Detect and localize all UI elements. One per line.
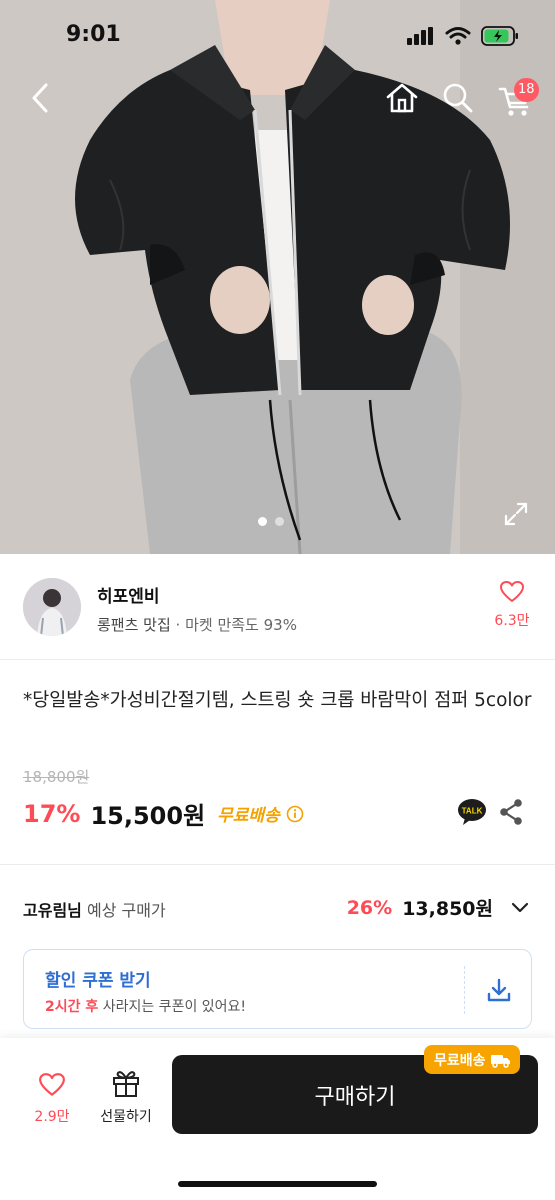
expected-price-label: 고유림님 예상 구매가 (23, 897, 166, 921)
price-row: 17% 15,500원 무료배송 (23, 796, 304, 831)
status-icons (407, 26, 519, 46)
like-button[interactable]: 2.9만 (26, 1072, 78, 1126)
expand-icon (504, 502, 528, 526)
gift-button[interactable]: 선물하기 (94, 1068, 158, 1126)
gallery-indicator (258, 517, 284, 526)
gallery-dot[interactable] (258, 517, 267, 526)
product-title: *당일발송*가성비간절기템, 스트링 숏 크롭 바람막이 점퍼 5color (23, 690, 532, 711)
back-button[interactable] (22, 80, 58, 116)
free-shipping-tag-label: 무료배송 (434, 1052, 486, 1069)
expected-price-value: 26% 13,850원 (347, 894, 529, 921)
heart-icon (39, 1073, 65, 1096)
status-bar: 9:01 (0, 0, 555, 70)
sale-price: 15,500원 (90, 802, 206, 830)
cart-count-badge: 18 (514, 78, 539, 102)
free-shipping-tag: 무료배송 (424, 1045, 520, 1074)
seller-info[interactable]: 히포엔비 롱팬츠 맛집 · 마켓 만족도 93% 6.3만 (0, 554, 555, 660)
home-icon (386, 83, 418, 113)
status-time: 9:01 (66, 22, 121, 47)
gift-label: 선물하기 (100, 1109, 152, 1125)
chevron-down-icon[interactable] (511, 902, 529, 914)
talk-icon: TALK (458, 799, 486, 825)
bottom-action-bar: 2.9만 선물하기 구매하기 무료배송 (0, 1038, 555, 1200)
separator: · (170, 616, 186, 634)
download-icon[interactable] (485, 976, 513, 1004)
signal-icon (407, 27, 433, 45)
seller-like-count: 6.3만 (494, 613, 530, 629)
seller-category: 롱팬츠 맛집 (97, 616, 171, 634)
truck-icon (490, 1054, 510, 1068)
expected-price-text: 예상 구매가 (81, 901, 166, 920)
home-indicator (178, 1181, 377, 1187)
coupon-time-highlight: 2시간 후 (45, 999, 99, 1015)
share-icon (500, 799, 522, 825)
gallery-dot[interactable] (275, 517, 284, 526)
search-button[interactable] (440, 80, 476, 116)
seller-like-button[interactable]: 6.3만 (480, 580, 544, 630)
share-button[interactable] (498, 798, 524, 826)
seller-avatar[interactable] (23, 578, 81, 636)
product-info: *당일발송*가성비간절기템, 스트링 숏 크롭 바람막이 점퍼 5color 1… (0, 660, 555, 865)
free-shipping-label: 무료배송 (217, 806, 280, 826)
seller-name[interactable]: 히포엔비 (97, 582, 160, 607)
coupon-title: 할인 쿠폰 받기 (45, 971, 151, 991)
product-image[interactable]: 9:01 18 (0, 0, 555, 554)
gift-icon (113, 1071, 139, 1097)
kakaotalk-share-button[interactable]: TALK (457, 798, 487, 826)
seller-satisfaction: 마켓 만족도 93% (185, 616, 297, 634)
svg-text:TALK: TALK (462, 807, 483, 816)
chevron-left-icon (32, 83, 48, 113)
info-icon[interactable] (286, 805, 304, 823)
like-count: 2.9만 (34, 1109, 70, 1125)
avatar-image (23, 578, 81, 636)
home-button[interactable] (384, 80, 420, 116)
user-name: 고유림님 (23, 901, 82, 920)
heart-icon (500, 581, 524, 602)
coupon-message: 2시간 후 사라지는 쿠폰이 있어요! (45, 996, 246, 1016)
expected-price: 13,850원 (402, 898, 493, 920)
discount-rate: 17% (23, 799, 81, 828)
expected-price-row[interactable]: 고유림님 예상 구매가 26% 13,850원 (0, 866, 555, 946)
coupon-divider (464, 966, 465, 1014)
wifi-icon (445, 27, 471, 45)
coupon-message-text: 사라지는 쿠폰이 있어요! (98, 999, 247, 1015)
coupon-banner[interactable]: 할인 쿠폰 받기 2시간 후 사라지는 쿠폰이 있어요! (23, 949, 532, 1029)
original-price: 18,800원 (23, 768, 90, 786)
battery-icon (481, 26, 518, 46)
seller-subtitle: 롱팬츠 맛집 · 마켓 만족도 93% (97, 614, 297, 635)
search-icon (443, 83, 473, 113)
expected-discount-rate: 26% (346, 896, 393, 919)
expand-button[interactable] (503, 501, 529, 527)
